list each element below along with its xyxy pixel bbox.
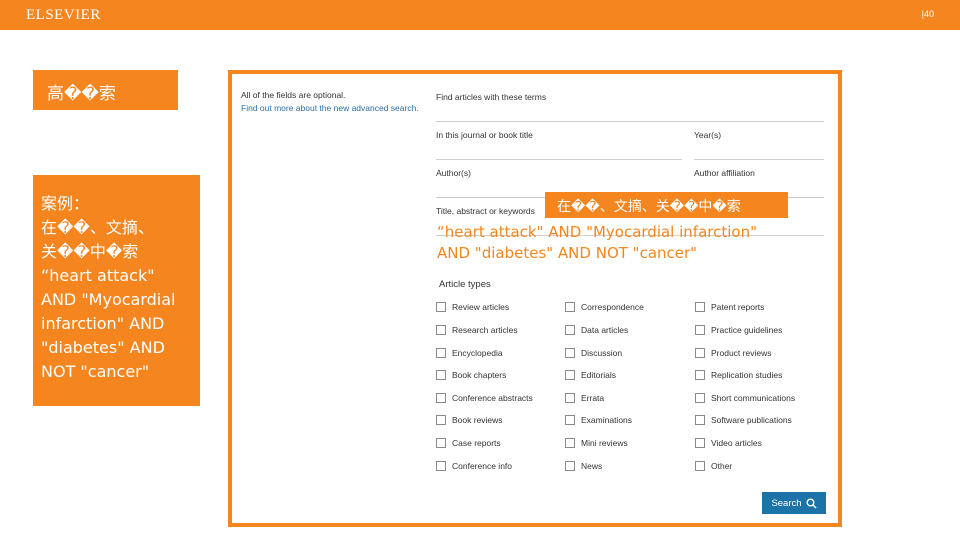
checkbox-mini-reviews[interactable]: Mini reviews: [565, 437, 628, 449]
checkbox-news[interactable]: News: [565, 460, 602, 472]
advanced-search-form: All of the fields are optional. Find out…: [228, 70, 842, 527]
checkbox-icon: [565, 370, 575, 380]
article-types-heading: Article types: [439, 279, 491, 290]
checkbox-icon: [565, 461, 575, 471]
year-label: Year(s): [694, 130, 722, 140]
checkbox-icon: [565, 302, 575, 312]
callout-query: “heart attack" AND "Myocardial infarctio…: [437, 222, 757, 264]
checkbox-encyclopedia[interactable]: Encyclopedia: [436, 347, 503, 359]
case-line: AND "Myocardial: [41, 290, 176, 309]
checkbox-icon: [436, 438, 446, 448]
checkbox-practice-guidelines[interactable]: Practice guidelines: [695, 324, 782, 336]
optional-note: All of the fields are optional.: [241, 90, 346, 100]
checkbox-review-articles[interactable]: Review articles: [436, 301, 509, 313]
checkbox-icon: [436, 393, 446, 403]
callout-line: AND "diabetes" AND NOT "cancer": [437, 244, 698, 262]
authors-label: Author(s): [436, 168, 471, 178]
checkbox-icon: [565, 393, 575, 403]
affiliation-label: Author affiliation: [694, 168, 755, 178]
checkbox-case-reports[interactable]: Case reports: [436, 437, 501, 449]
year-field[interactable]: Year(s): [694, 130, 824, 160]
case-line: "diabetes" AND: [41, 338, 165, 357]
checkbox-icon: [436, 348, 446, 358]
title-abstract-label: Title, abstract or keywords: [436, 206, 535, 216]
checkbox-icon: [565, 415, 575, 425]
checkbox-discussion[interactable]: Discussion: [565, 347, 622, 359]
checkbox-icon: [695, 415, 705, 425]
checkbox-errata[interactable]: Errata: [565, 392, 604, 404]
checkbox-icon: [436, 302, 446, 312]
checkbox-icon: [436, 415, 446, 425]
advanced-search-label: 高��索: [33, 70, 178, 110]
case-line: infarction" AND: [41, 314, 165, 333]
checkbox-icon: [695, 302, 705, 312]
case-example-box: 案例： 在��、文摘、 关��中�索 “heart attack" AND "M…: [33, 175, 200, 406]
checkbox-patent-reports[interactable]: Patent reports: [695, 301, 764, 313]
checkbox-replication-studies[interactable]: Replication studies: [695, 369, 782, 381]
search-icon: [806, 498, 817, 509]
checkbox-examinations[interactable]: Examinations: [565, 414, 632, 426]
checkbox-video-articles[interactable]: Video articles: [695, 437, 762, 449]
checkbox-conference-info[interactable]: Conference info: [436, 460, 512, 472]
checkbox-software-publications[interactable]: Software publications: [695, 414, 792, 426]
journal-field[interactable]: In this journal or book title: [436, 130, 682, 160]
terms-field[interactable]: Find articles with these terms: [436, 92, 824, 122]
checkbox-book-reviews[interactable]: Book reviews: [436, 414, 503, 426]
checkbox-other[interactable]: Other: [695, 460, 732, 472]
terms-label: Find articles with these terms: [436, 92, 547, 102]
checkbox-icon: [436, 325, 446, 335]
checkbox-icon: [565, 348, 575, 358]
checkbox-correspondence[interactable]: Correspondence: [565, 301, 644, 313]
checkbox-book-chapters[interactable]: Book chapters: [436, 369, 506, 381]
search-button-label: Search: [771, 497, 802, 509]
search-button[interactable]: Search: [762, 492, 826, 514]
callout-line: “heart attack" AND "Myocardial infarctio…: [437, 223, 757, 241]
case-line: NOT "cancer": [41, 362, 150, 381]
checkbox-research-articles[interactable]: Research articles: [436, 324, 518, 336]
checkbox-editorials[interactable]: Editorials: [565, 369, 616, 381]
checkbox-icon: [565, 438, 575, 448]
case-line: 案例：: [41, 194, 90, 213]
header-bar: ELSEVIER |40: [0, 0, 960, 30]
checkbox-data-articles[interactable]: Data articles: [565, 324, 628, 336]
callout-label: 在��、文摘、关��中�索: [545, 192, 788, 218]
checkbox-icon: [695, 348, 705, 358]
checkbox-icon: [695, 370, 705, 380]
journal-label: In this journal or book title: [436, 130, 533, 140]
checkbox-icon: [436, 370, 446, 380]
checkbox-icon: [695, 438, 705, 448]
case-line: “heart attack": [41, 266, 155, 285]
case-line: 在��、文摘、: [41, 218, 154, 237]
checkbox-icon: [695, 461, 705, 471]
checkbox-icon: [695, 393, 705, 403]
checkbox-short-communications[interactable]: Short communications: [695, 392, 795, 404]
advanced-search-help-link[interactable]: Find out more about the new advanced sea…: [241, 103, 419, 113]
checkbox-icon: [436, 461, 446, 471]
checkbox-product-reviews[interactable]: Product reviews: [695, 347, 771, 359]
checkbox-icon: [695, 325, 705, 335]
page-number: |40: [921, 9, 934, 19]
checkbox-conference-abstracts[interactable]: Conference abstracts: [436, 392, 533, 404]
case-line: 关��中�索: [41, 242, 139, 261]
checkbox-icon: [565, 325, 575, 335]
elsevier-logo: ELSEVIER: [26, 7, 101, 23]
